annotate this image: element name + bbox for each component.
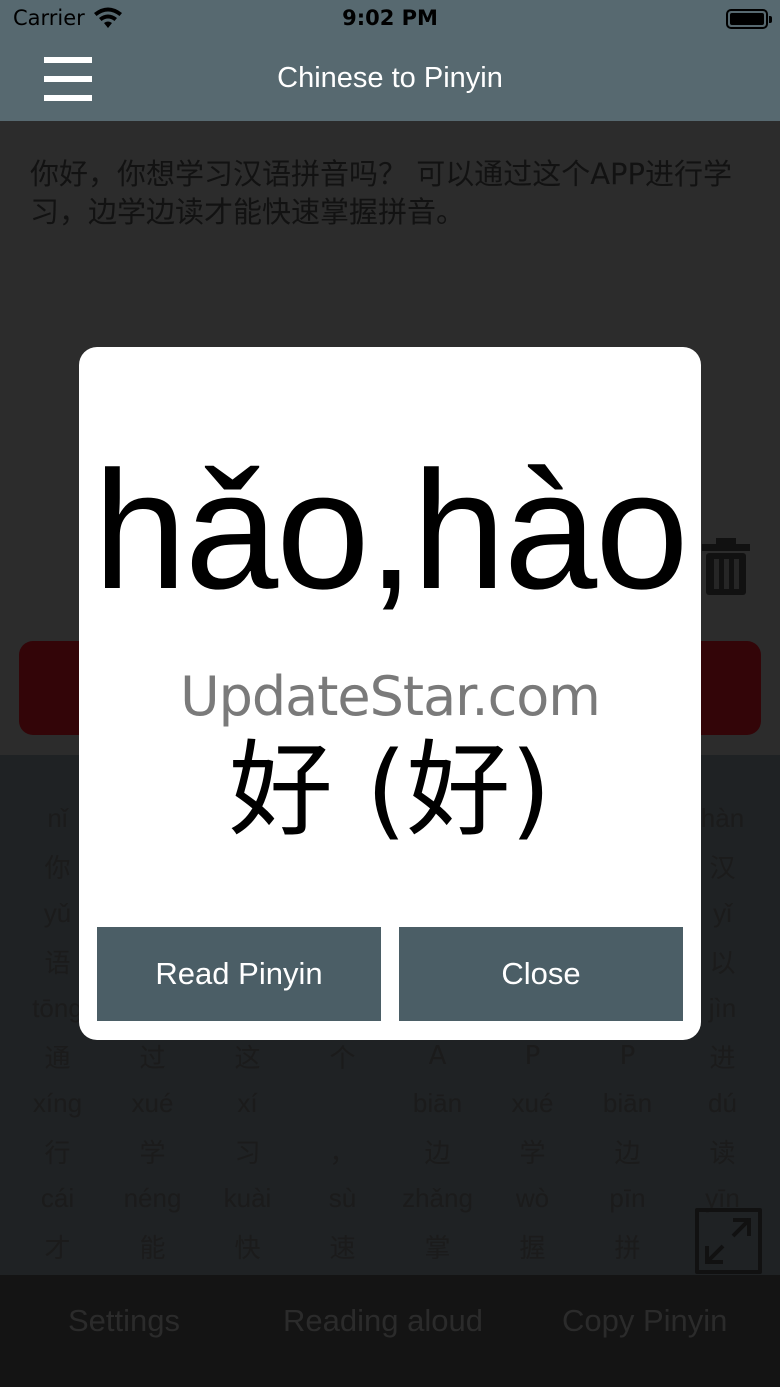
hanzi-cell[interactable]: 边 xyxy=(580,1133,675,1170)
pinyin-cell[interactable]: xué xyxy=(485,1088,580,1119)
status-bar: Carrier 9:02 PM xyxy=(0,0,780,40)
pinyin-cell[interactable]: sù xyxy=(295,1183,390,1214)
hanzi-cell[interactable]: 快 xyxy=(200,1228,295,1265)
pinyin-display: hǎo,hào xyxy=(93,436,688,624)
hanzi-cell[interactable]: 边 xyxy=(390,1133,485,1170)
pinyin-cell[interactable]: xué xyxy=(105,1088,200,1119)
hanzi-cell[interactable]: A xyxy=(390,1041,485,1071)
pinyin-cell[interactable]: zhǎng xyxy=(390,1183,485,1214)
pinyin-cell[interactable]: kuài xyxy=(200,1183,295,1214)
hanzi-display: 好 (好) xyxy=(228,729,552,851)
battery-icon xyxy=(726,9,772,29)
hanzi-cell[interactable]: 习 xyxy=(200,1133,295,1170)
copy-pinyin-tab[interactable]: Copy Pinyin xyxy=(562,1303,727,1339)
grid-row: cái néng kuài sù zhǎng wò pīn yīn xyxy=(10,1175,770,1223)
hanzi-cell[interactable]: 握 xyxy=(485,1228,580,1265)
pinyin-cell[interactable]: biān xyxy=(580,1088,675,1119)
hanzi-cell[interactable]: 通 xyxy=(10,1038,105,1075)
pinyin-cell[interactable]: biān xyxy=(390,1088,485,1119)
hanzi-cell[interactable]: 拼 xyxy=(580,1228,675,1265)
hanzi-cell[interactable]: 能 xyxy=(105,1228,200,1265)
read-pinyin-button[interactable]: Read Pinyin xyxy=(97,927,381,1021)
grid-row: 才能快速掌握拼 xyxy=(10,1223,770,1271)
clock: 9:02 PM xyxy=(342,6,438,30)
reading-aloud-tab[interactable]: Reading aloud xyxy=(283,1303,483,1339)
navigation-bar: Chinese to Pinyin xyxy=(0,40,780,121)
hanzi-cell[interactable]: 学 xyxy=(485,1133,580,1170)
bottom-toolbar: Settings Reading aloud Copy Pinyin xyxy=(0,1275,780,1387)
hanzi-cell[interactable]: 行 xyxy=(10,1133,105,1170)
hanzi-cell[interactable]: 读 xyxy=(675,1133,770,1170)
hanzi-cell[interactable]: 过 xyxy=(105,1038,200,1075)
hanzi-cell[interactable]: P xyxy=(485,1041,580,1071)
pinyin-cell[interactable]: cái xyxy=(10,1183,105,1214)
pinyin-dialog: hǎo,hào UpdateStar.com 好 (好) Read Pinyin… xyxy=(79,347,701,1040)
pinyin-cell[interactable]: dú xyxy=(675,1088,770,1119)
hanzi-cell[interactable]: 掌 xyxy=(390,1228,485,1265)
trash-icon[interactable] xyxy=(700,536,752,598)
hanzi-cell[interactable]: 进 xyxy=(675,1038,770,1075)
grid-row: 行学习，边学边读 xyxy=(10,1128,770,1176)
hanzi-cell[interactable]: 这 xyxy=(200,1038,295,1075)
hanzi-cell[interactable]: 个 xyxy=(295,1038,390,1075)
pinyin-cell[interactable]: xíng xyxy=(10,1088,105,1119)
pinyin-cell[interactable]: xí xyxy=(200,1088,295,1119)
settings-tab[interactable]: Settings xyxy=(68,1303,180,1339)
expand-icon[interactable] xyxy=(695,1208,762,1274)
hanzi-cell[interactable]: 学 xyxy=(105,1133,200,1170)
hanzi-cell[interactable]: 速 xyxy=(295,1228,390,1265)
pinyin-cell[interactable]: néng xyxy=(105,1183,200,1214)
grid-row: xíng xué xí biān xué biān dú xyxy=(10,1080,770,1128)
watermark: UpdateStar.com xyxy=(180,665,601,728)
hanzi-cell[interactable]: ， xyxy=(295,1133,390,1170)
page-title: Chinese to Pinyin xyxy=(277,62,503,94)
hanzi-cell[interactable]: 才 xyxy=(10,1228,105,1265)
chinese-text-input[interactable]: 你好，你想学习汉语拼音吗？ 可以通过这个APP进行学习，边学边读才能快速掌握拼音… xyxy=(30,155,760,231)
hanzi-cell[interactable]: P xyxy=(580,1041,675,1071)
pinyin-cell[interactable]: pīn xyxy=(580,1183,675,1214)
pinyin-cell[interactable]: wò xyxy=(485,1183,580,1214)
close-button[interactable]: Close xyxy=(399,927,683,1021)
